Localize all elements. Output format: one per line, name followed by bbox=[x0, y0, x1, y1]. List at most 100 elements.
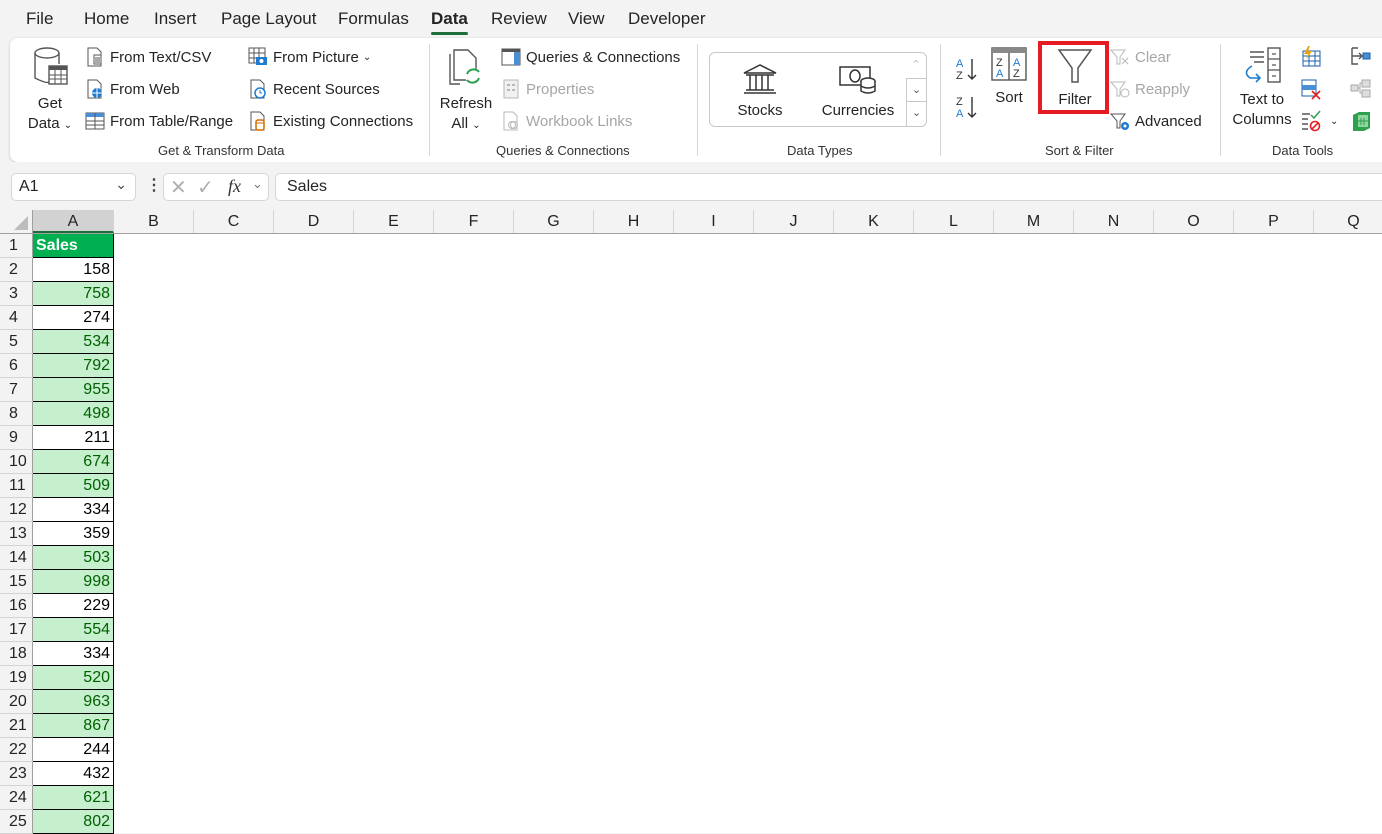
row-header[interactable]: 2 bbox=[0, 258, 33, 282]
data-cell[interactable]: 509 bbox=[33, 474, 114, 498]
row-header[interactable]: 3 bbox=[0, 282, 33, 306]
column-header-p[interactable]: P bbox=[1234, 210, 1314, 233]
column-header-c[interactable]: C bbox=[194, 210, 274, 233]
row-header[interactable]: 24 bbox=[0, 786, 33, 810]
flash-fill-button[interactable] bbox=[1300, 45, 1322, 69]
data-cell[interactable]: 498 bbox=[33, 402, 114, 426]
from-text-csv-button[interactable]: From Text/CSV bbox=[85, 45, 211, 69]
column-header-n[interactable]: N bbox=[1074, 210, 1154, 233]
sort-button[interactable]: Z A A Z Sort bbox=[988, 46, 1030, 108]
row-header[interactable]: 10 bbox=[0, 450, 33, 474]
chevron-down-icon[interactable]: ⌄ bbox=[115, 176, 127, 193]
advanced-filter-button[interactable]: Advanced bbox=[1109, 109, 1202, 133]
row-header[interactable]: 23 bbox=[0, 762, 33, 786]
data-cell[interactable]: 503 bbox=[33, 546, 114, 570]
data-cell[interactable]: 334 bbox=[33, 642, 114, 666]
text-to-columns-button[interactable]: Text to Columns bbox=[1232, 46, 1292, 130]
remove-duplicates-button[interactable] bbox=[1300, 77, 1322, 101]
tab-review[interactable]: Review bbox=[491, 9, 547, 29]
column-header-j[interactable]: J bbox=[754, 210, 834, 233]
header-cell-a1[interactable]: Sales bbox=[33, 234, 114, 258]
cancel-icon[interactable]: ✕ bbox=[170, 175, 187, 200]
chevron-down-icon[interactable]: ⌄ bbox=[252, 176, 263, 192]
gallery-expand[interactable]: ⌄ bbox=[906, 102, 926, 126]
tab-insert[interactable]: Insert bbox=[154, 9, 197, 29]
gallery-scroll-up[interactable]: ⌃ bbox=[906, 53, 926, 78]
row-header[interactable]: 17 bbox=[0, 618, 33, 642]
sort-z-to-a-button[interactable]: ZA bbox=[954, 92, 980, 122]
recent-sources-button[interactable]: Recent Sources bbox=[248, 77, 380, 101]
data-cell[interactable]: 520 bbox=[33, 666, 114, 690]
clear-filter-button[interactable]: Clear bbox=[1109, 45, 1171, 69]
row-header[interactable]: 9 bbox=[0, 426, 33, 450]
insert-function-icon[interactable]: fx bbox=[228, 176, 241, 197]
column-header-q[interactable]: Q bbox=[1314, 210, 1382, 233]
column-header-m[interactable]: M bbox=[994, 210, 1074, 233]
data-cell[interactable]: 211 bbox=[33, 426, 114, 450]
column-header-e[interactable]: E bbox=[354, 210, 434, 233]
data-cell[interactable]: 802 bbox=[33, 810, 114, 834]
name-box[interactable]: A1 ⌄ bbox=[11, 173, 136, 201]
gallery-scroll-down[interactable]: ⌄ bbox=[906, 78, 926, 102]
from-table-range-button[interactable]: From Table/Range bbox=[85, 109, 233, 133]
data-cell[interactable]: 792 bbox=[33, 354, 114, 378]
tab-file[interactable]: File bbox=[26, 9, 53, 29]
enter-check-icon[interactable]: ✓ bbox=[197, 175, 214, 200]
row-header[interactable]: 18 bbox=[0, 642, 33, 666]
column-header-b[interactable]: B bbox=[114, 210, 194, 233]
row-header[interactable]: 4 bbox=[0, 306, 33, 330]
column-header-a[interactable]: A bbox=[33, 210, 114, 233]
data-cell[interactable]: 758 bbox=[33, 282, 114, 306]
refresh-all-button[interactable]: Refresh All ⌄ bbox=[438, 46, 494, 136]
data-cell[interactable]: 998 bbox=[33, 570, 114, 594]
column-header-i[interactable]: I bbox=[674, 210, 754, 233]
row-header[interactable]: 16 bbox=[0, 594, 33, 618]
data-cell[interactable]: 955 bbox=[33, 378, 114, 402]
row-header[interactable]: 11 bbox=[0, 474, 33, 498]
from-picture-button[interactable]: From Picture ⌄ bbox=[248, 45, 371, 69]
properties-button[interactable]: Properties bbox=[501, 77, 594, 101]
row-header[interactable]: 14 bbox=[0, 546, 33, 570]
column-header-d[interactable]: D bbox=[274, 210, 354, 233]
tab-view[interactable]: View bbox=[568, 9, 605, 29]
formula-input[interactable]: Sales bbox=[275, 173, 1382, 201]
row-header[interactable]: 15 bbox=[0, 570, 33, 594]
data-cell[interactable]: 359 bbox=[33, 522, 114, 546]
data-cell[interactable]: 229 bbox=[33, 594, 114, 618]
row-header[interactable]: 22 bbox=[0, 738, 33, 762]
from-web-button[interactable]: From Web bbox=[85, 77, 180, 101]
row-header[interactable]: 19 bbox=[0, 666, 33, 690]
tab-developer[interactable]: Developer bbox=[628, 9, 706, 29]
row-header[interactable]: 25 bbox=[0, 810, 33, 834]
column-header-f[interactable]: F bbox=[434, 210, 514, 233]
data-cell[interactable]: 621 bbox=[33, 786, 114, 810]
data-cell[interactable]: 867 bbox=[33, 714, 114, 738]
column-header-k[interactable]: K bbox=[834, 210, 914, 233]
row-header[interactable]: 7 bbox=[0, 378, 33, 402]
data-cell[interactable]: 534 bbox=[33, 330, 114, 354]
row-header[interactable]: 1 bbox=[0, 234, 33, 258]
column-header-g[interactable]: G bbox=[514, 210, 594, 233]
stocks-button[interactable]: Stocks bbox=[724, 63, 796, 121]
existing-connections-button[interactable]: Existing Connections bbox=[248, 109, 413, 133]
column-header-l[interactable]: L bbox=[914, 210, 994, 233]
more-options-icon[interactable]: ⋮ bbox=[146, 175, 162, 195]
sort-a-to-z-button[interactable]: AZ bbox=[954, 54, 980, 84]
row-header[interactable]: 6 bbox=[0, 354, 33, 378]
data-cell[interactable]: 963 bbox=[33, 690, 114, 714]
tab-data[interactable]: Data bbox=[431, 9, 468, 35]
data-cell[interactable]: 334 bbox=[33, 498, 114, 522]
reapply-button[interactable]: Reapply bbox=[1109, 77, 1190, 101]
tab-formulas[interactable]: Formulas bbox=[338, 9, 409, 29]
row-header[interactable]: 20 bbox=[0, 690, 33, 714]
data-cell[interactable]: 158 bbox=[33, 258, 114, 282]
row-header[interactable]: 5 bbox=[0, 330, 33, 354]
row-header[interactable]: 13 bbox=[0, 522, 33, 546]
data-cell[interactable]: 432 bbox=[33, 762, 114, 786]
data-cell[interactable]: 244 bbox=[33, 738, 114, 762]
row-header[interactable]: 21 bbox=[0, 714, 33, 738]
data-cell[interactable]: 554 bbox=[33, 618, 114, 642]
column-header-o[interactable]: O bbox=[1154, 210, 1234, 233]
queries-connections-button[interactable]: Queries & Connections bbox=[501, 45, 680, 69]
tab-page-layout[interactable]: Page Layout bbox=[221, 9, 316, 29]
